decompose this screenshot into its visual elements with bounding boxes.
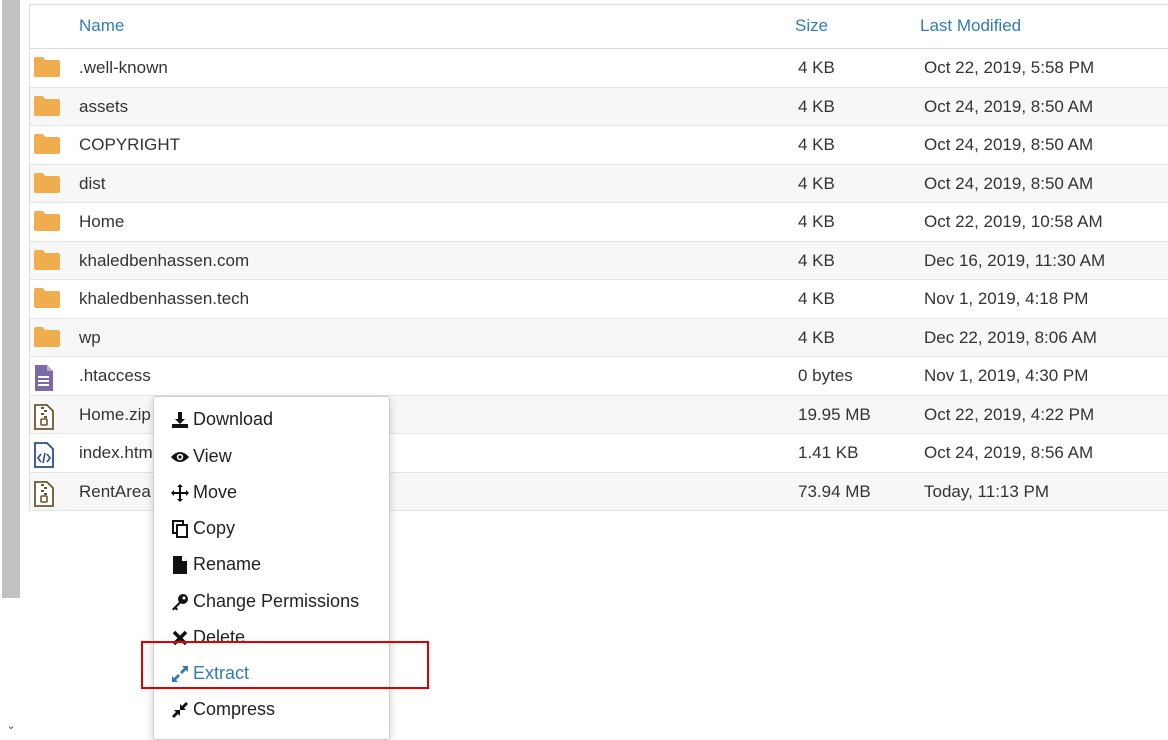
code-file-icon [34, 442, 62, 468]
move-arrows-icon [170, 483, 190, 503]
file-last-modified: Oct 24, 2019, 8:50 AM [924, 135, 1094, 154]
zip-file-icon [34, 403, 62, 430]
file-size: 19.95 MB [798, 404, 871, 424]
file-name[interactable]: assets [79, 97, 128, 117]
file-size: 4 KB [798, 173, 835, 193]
file-size: 4 KB [798, 135, 835, 154]
table-row[interactable]: .well-known 4 KB Oct 22, 2019, 5:58 PM [30, 49, 1168, 88]
x-icon [170, 628, 190, 648]
file-name[interactable]: index.htm [79, 443, 153, 463]
zip-file-icon [34, 480, 62, 507]
download-icon [170, 410, 190, 430]
file-name[interactable]: Home.zip [79, 405, 151, 425]
file-last-modified: Oct 22, 2019, 5:58 PM [924, 58, 1095, 77]
file-last-modified: Dec 16, 2019, 11:30 AM [924, 250, 1106, 270]
menu-item-label: Copy [193, 518, 236, 538]
menu-item-label: View [193, 446, 232, 466]
file-icon [170, 555, 190, 575]
folder-icon [34, 211, 62, 233]
table-row[interactable]: Home 4 KB Oct 22, 2019, 10:58 AM [30, 203, 1168, 242]
table-row[interactable]: khaledbenhassen.com 4 KB Dec 16, 2019, 11:… [30, 241, 1168, 280]
folder-icon [34, 288, 62, 310]
menu-item-change-permissions[interactable]: Change Permissions [170, 591, 359, 612]
menu-item-view[interactable]: View [170, 446, 232, 467]
file-last-modified: Oct 22, 2019, 4:22 PM [924, 404, 1095, 424]
table-row[interactable]: wp 4 KB Dec 22, 2019, 8:06 AM [30, 318, 1168, 357]
menu-item-download[interactable]: Download [170, 409, 273, 430]
column-header-name[interactable]: Name [79, 16, 124, 36]
file-name[interactable]: .well-known [79, 58, 168, 78]
menu-item-label: Extract [193, 663, 250, 683]
menu-item-rename[interactable]: Rename [170, 554, 261, 575]
context-menu: Download View Move Copy Rename Change Pe… [153, 396, 390, 740]
menu-item-label: Delete [193, 627, 246, 647]
scrollbar-thumb[interactable] [2, 0, 20, 598]
file-size: 0 bytes [798, 366, 853, 385]
file-name[interactable]: khaledbenhassen.tech [79, 289, 249, 309]
menu-item-label: Download [193, 409, 274, 429]
menu-item-label: Move [193, 482, 238, 502]
table-row[interactable]: dist 4 KB Oct 24, 2019, 8:50 AM [30, 164, 1168, 203]
file-size: 1.41 KB [798, 443, 859, 462]
menu-item-move[interactable]: Move [170, 482, 237, 503]
file-last-modified: Today, 11:13 PM [924, 481, 1050, 501]
menu-item-copy[interactable]: Copy [170, 518, 235, 539]
file-last-modified: Oct 22, 2019, 10:58 AM [924, 212, 1103, 231]
column-header-last-modified[interactable]: Last Modified [920, 16, 1021, 36]
table-row[interactable]: .htaccess 0 bytes Nov 1, 2019, 4:30 PM [30, 357, 1168, 396]
scroll-down-arrow-icon[interactable]: ⌄ [3, 718, 19, 734]
file-name[interactable]: dist [79, 174, 105, 194]
file-name[interactable]: .htaccess [79, 366, 151, 386]
column-header-size[interactable]: Size [795, 16, 828, 36]
file-last-modified: Oct 24, 2019, 8:56 AM [924, 443, 1094, 462]
table-header: Name Size Last Modified [30, 5, 1168, 49]
menu-item-extract[interactable]: Extract [170, 663, 249, 684]
key-icon [170, 592, 190, 612]
file-last-modified: Nov 1, 2019, 4:30 PM [924, 366, 1089, 385]
file-name[interactable]: wp [79, 328, 101, 348]
folder-icon [34, 172, 62, 195]
eye-icon [170, 447, 190, 467]
file-last-modified: Dec 22, 2019, 8:06 AM [924, 327, 1097, 347]
text-file-icon [34, 365, 62, 391]
file-size: 4 KB [798, 327, 835, 347]
folder-icon [34, 326, 62, 349]
expand-icon [170, 664, 190, 684]
file-name[interactable]: COPYRIGHT [79, 135, 180, 155]
copy-icon [170, 519, 190, 539]
menu-item-label: Compress [193, 699, 276, 719]
table-row[interactable]: khaledbenhassen.tech 4 KB Nov 1, 2019, 4:1… [30, 280, 1168, 319]
menu-item-compress[interactable]: Compress [170, 699, 275, 720]
menu-item-label: Change Permissions [193, 591, 360, 611]
file-size: 4 KB [798, 250, 835, 270]
menu-item-delete[interactable]: Delete [170, 627, 245, 648]
file-name[interactable]: RentArea [79, 482, 151, 502]
file-last-modified: Oct 24, 2019, 8:50 AM [924, 173, 1094, 193]
scrollbar[interactable]: ⌄ [0, 0, 22, 740]
file-size: 4 KB [798, 289, 835, 308]
file-size: 4 KB [798, 212, 835, 231]
table-row[interactable]: assets 4 KB Oct 24, 2019, 8:50 AM [30, 87, 1168, 126]
menu-item-label: Rename [193, 554, 262, 574]
file-name[interactable]: Home [79, 212, 124, 232]
folder-icon [34, 249, 62, 272]
file-size: 4 KB [798, 96, 835, 116]
file-size: 73.94 MB [798, 481, 871, 501]
compress-icon [170, 700, 190, 720]
file-size: 4 KB [798, 58, 835, 77]
file-name[interactable]: khaledbenhassen.com [79, 251, 249, 271]
folder-icon [34, 95, 62, 118]
folder-icon [34, 57, 62, 79]
table-row[interactable]: COPYRIGHT 4 KB Oct 24, 2019, 8:50 AM [30, 126, 1168, 165]
folder-icon [34, 134, 62, 156]
file-last-modified: Oct 24, 2019, 8:50 AM [924, 96, 1094, 116]
file-last-modified: Nov 1, 2019, 4:18 PM [924, 289, 1089, 308]
